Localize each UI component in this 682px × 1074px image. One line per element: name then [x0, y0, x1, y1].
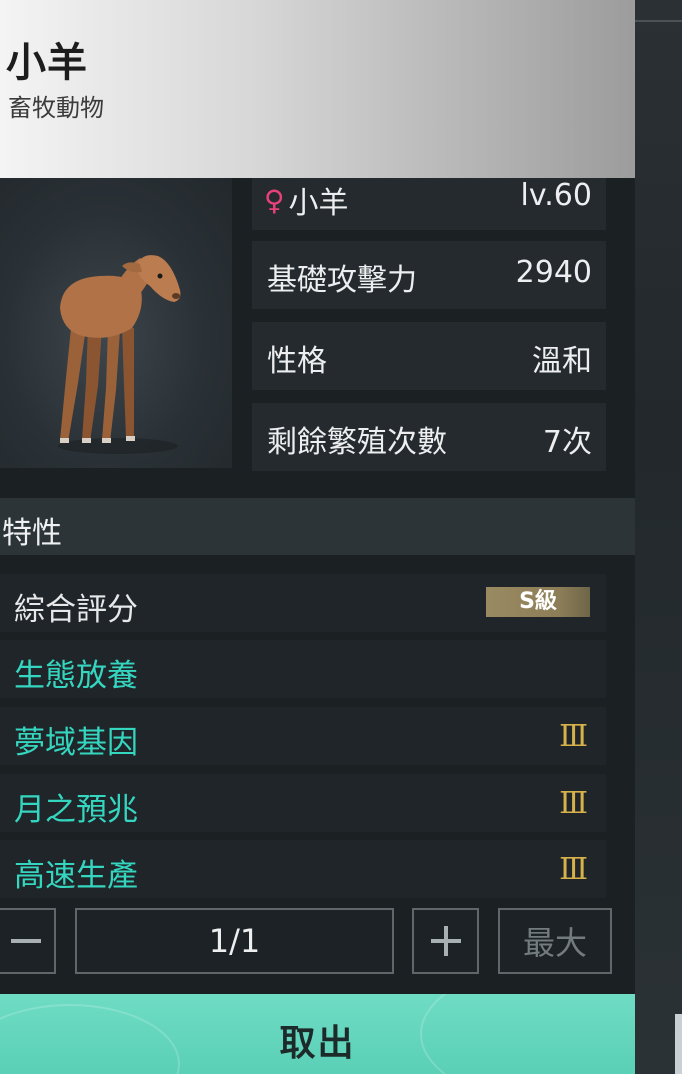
background-edge	[675, 1014, 682, 1074]
trait-row[interactable]: 生態放養	[0, 640, 606, 698]
background-strip	[635, 0, 682, 1074]
overall-rating-row: 綜合評分 S級	[0, 574, 606, 632]
trait-rank: Ⅲ	[559, 852, 588, 887]
animal-level: lv.60	[520, 178, 592, 213]
name-level-row: ♀ 小羊 lv.60	[252, 178, 606, 230]
animal-name-title: 小羊	[6, 40, 88, 86]
stat-value: 溫和	[532, 344, 592, 379]
animal-portrait	[0, 178, 232, 468]
stat-row-attack: 基礎攻擊力 2940	[252, 241, 606, 309]
stat-row-personality: 性格 溫和	[252, 322, 606, 390]
stat-value: 7次	[542, 425, 592, 460]
trait-row[interactable]: 高速生產 Ⅲ	[0, 840, 606, 898]
trait-label: 夢域基因	[14, 725, 138, 761]
stat-row-breeding: 剩餘繁殖次數 7次	[252, 403, 606, 471]
decrease-quantity-button[interactable]	[0, 908, 56, 974]
trait-label: 月之預兆	[14, 792, 138, 828]
rating-label: 綜合評分	[14, 592, 138, 628]
max-label: 最大	[522, 924, 587, 962]
plus-icon	[430, 926, 461, 956]
trait-label: 生態放養	[14, 658, 138, 694]
animal-name: 小羊	[288, 186, 349, 221]
quantity-display: 1/1	[75, 908, 394, 974]
stat-label: 性格	[267, 344, 327, 379]
trait-rank: Ⅲ	[559, 719, 588, 754]
traits-section-header: 特性	[0, 498, 635, 555]
trait-rank: Ⅲ	[559, 786, 588, 821]
stat-label: 基礎攻擊力	[267, 263, 417, 298]
divider	[635, 20, 682, 22]
panel-header: 小羊 畜牧動物	[0, 0, 635, 178]
max-quantity-button[interactable]: 最大	[498, 908, 612, 974]
take-out-button[interactable]: 取出	[0, 994, 635, 1074]
lamb-image	[58, 255, 181, 454]
stat-label: 剩餘繁殖次數	[267, 425, 447, 460]
stat-value: 2940	[515, 255, 592, 290]
animal-category: 畜牧動物	[8, 94, 104, 122]
take-out-label: 取出	[279, 1023, 356, 1064]
traits-title: 特性	[2, 516, 62, 551]
trait-row[interactable]: 月之預兆 Ⅲ	[0, 774, 606, 832]
rating-badge: S級	[486, 587, 590, 617]
minus-icon	[11, 926, 41, 956]
animal-detail-panel: 小羊 畜牧動物 ♀ 小羊 lv.60 基礎攻擊力 2940 性格 溫和 剩餘繁殖…	[0, 0, 635, 1074]
female-icon: ♀	[264, 183, 285, 217]
trait-row[interactable]: 夢域基因 Ⅲ	[0, 707, 606, 765]
increase-quantity-button[interactable]	[412, 908, 479, 974]
trait-label: 高速生產	[14, 858, 138, 894]
